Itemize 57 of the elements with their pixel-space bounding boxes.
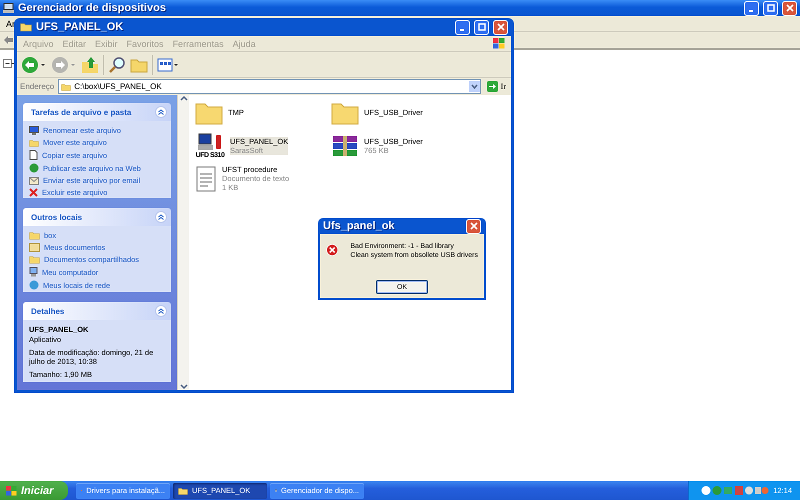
collapse-icon[interactable] <box>155 106 167 118</box>
computer-phone-icon <box>197 132 223 152</box>
scroll-up-icon[interactable] <box>180 95 188 101</box>
panel-title: Outros locais <box>31 212 82 222</box>
search-icon[interactable] <box>108 56 126 74</box>
close-button[interactable] <box>466 218 481 234</box>
window-title: UFS_PANEL_OK <box>36 21 124 33</box>
folder-icon <box>331 100 359 124</box>
shared-folder-icon <box>29 255 40 264</box>
panel-title: Detalhes <box>31 306 64 316</box>
minimize-button[interactable] <box>455 20 470 34</box>
envelope-icon <box>29 176 39 184</box>
maximize-icon <box>478 23 486 31</box>
scroll-down-icon[interactable] <box>180 384 188 390</box>
start-button[interactable]: Iniciar <box>0 481 68 500</box>
document-icon <box>29 150 38 160</box>
back-arrow-icon[interactable] <box>4 36 13 44</box>
collapse-icon[interactable] <box>155 305 167 318</box>
folder-arrow-icon <box>29 138 39 146</box>
maximize-icon <box>766 4 774 12</box>
tray-icons-drawing[interactable] <box>701 485 770 496</box>
close-icon <box>470 222 478 230</box>
text-document-icon <box>195 164 217 192</box>
monitor-icon <box>29 126 39 135</box>
flag-logo-icon <box>493 38 505 49</box>
panel-title: Tarefas de arquivo e pasta <box>31 108 132 116</box>
menu-item[interactable]: Ar <box>6 18 15 28</box>
close-button[interactable] <box>782 0 797 16</box>
views-icon[interactable] <box>157 56 179 72</box>
maximize-button[interactable] <box>763 0 778 16</box>
collapse-icon[interactable] <box>155 211 167 224</box>
close-icon <box>496 23 504 31</box>
globe-icon <box>29 163 39 173</box>
address-label: Endereço <box>20 82 54 91</box>
network-globe-icon <box>29 280 39 290</box>
minimize-button[interactable] <box>744 0 759 16</box>
folder-up-icon[interactable] <box>81 56 99 74</box>
delete-icon <box>29 188 38 197</box>
books-stack-icon <box>331 134 359 158</box>
address-field[interactable]: C:\box\UFS_PANEL_OK <box>58 79 481 94</box>
folder-icon <box>195 100 223 124</box>
close-icon <box>786 4 794 12</box>
scrollbar[interactable] <box>177 95 189 390</box>
back-button-icon[interactable] <box>21 56 47 74</box>
close-button[interactable] <box>493 20 508 34</box>
go-arrow-icon <box>486 81 498 92</box>
tree-expander-icon[interactable] <box>3 59 15 68</box>
maximize-button[interactable] <box>474 20 489 34</box>
windows-flag-icon <box>6 486 17 496</box>
documents-folder-icon <box>29 243 40 252</box>
go-button[interactable]: Ir <box>484 81 508 92</box>
folder-icon <box>61 82 72 90</box>
folder-icon <box>29 231 40 240</box>
dropdown-icon[interactable] <box>468 81 480 92</box>
window-title: Gerenciador de dispositivos <box>18 2 167 14</box>
dialog-title: Ufs_panel_ok <box>323 220 396 232</box>
folder-icon <box>178 486 188 494</box>
